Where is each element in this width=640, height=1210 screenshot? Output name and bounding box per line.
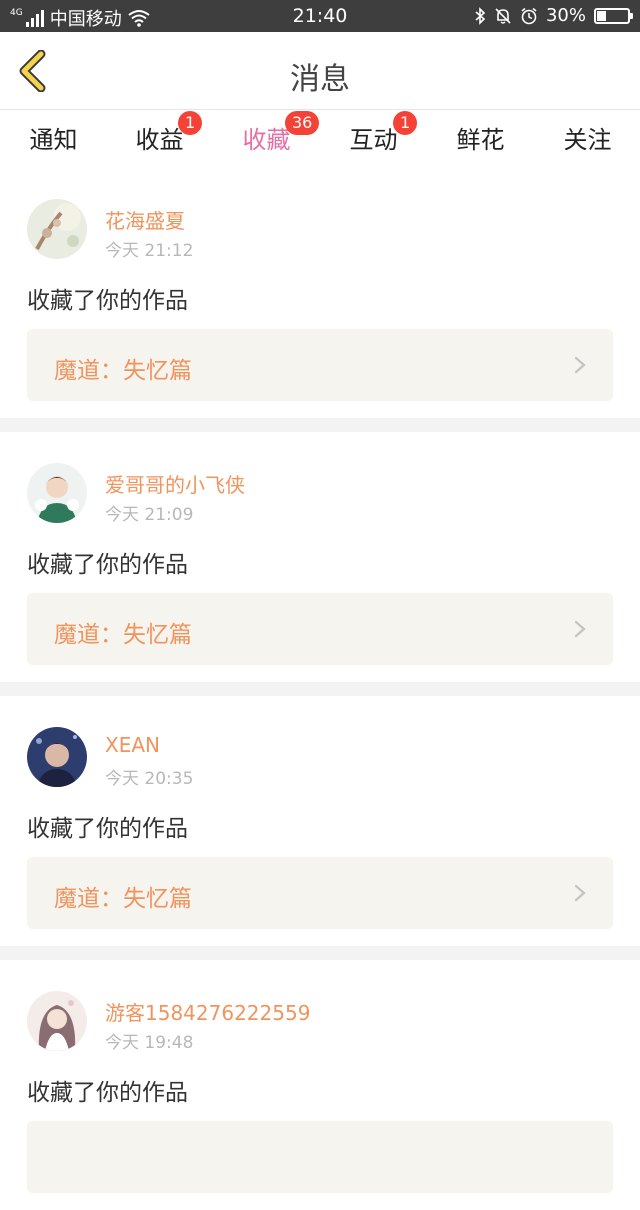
chevron-right-icon [574,356,586,374]
user-name[interactable]: 游客1584276222559 [105,997,310,1026]
action-text: 收藏了你的作品 [27,288,188,314]
tab-label: 通知 [29,126,78,154]
user-name[interactable]: 花海盛夏 [105,205,185,234]
user-name[interactable]: XEAN [105,733,160,757]
battery-percent: 30% [545,5,586,26]
tab-label: 关注 [563,126,612,154]
tab-label: 鲜花 [456,126,505,154]
favorites-badge: 36 [285,111,320,135]
work-title: 魔道：失忆篇 [54,358,192,384]
tab-flowers[interactable]: 鲜花 [427,120,534,168]
alarm-icon [521,7,537,24]
tab-bar: 通知 收益 1 收藏 36 互动 1 鲜花 关注 [0,110,640,173]
page-title: 消息 [290,62,350,97]
interactions-badge: 1 [393,111,418,135]
timestamp: 今天 19:48 [105,1033,194,1053]
work-card[interactable]: 魔道：失忆篇 [27,857,613,929]
chevron-right-icon [574,620,586,638]
timestamp: 今天 21:09 [105,505,194,525]
work-card[interactable]: 魔道：失忆篇 [27,593,613,665]
avatar[interactable] [27,991,87,1051]
tab-following[interactable]: 关注 [534,120,640,168]
chevron-right-icon [574,884,586,902]
work-card[interactable] [27,1121,613,1193]
action-text: 收藏了你的作品 [27,1080,188,1106]
list-item: 爱哥哥的小飞侠 今天 21:09 收藏了你的作品 魔道：失忆篇 [0,432,640,682]
status-bar: 4G 中国移动 21:40 30% [0,0,640,32]
avatar[interactable] [27,199,87,259]
status-right: 30% [474,5,633,26]
tab-label: 收益 [135,126,184,154]
work-card[interactable]: 魔道：失忆篇 [27,329,613,401]
bluetooth-icon [475,6,486,25]
user-name[interactable]: 爱哥哥的小飞侠 [105,469,245,498]
tab-earnings[interactable]: 收益 1 [106,111,213,168]
tab-label: 互动 [349,126,398,154]
tab-favorites[interactable]: 收藏 36 [213,111,320,173]
action-text: 收藏了你的作品 [27,816,188,842]
list-item: 花海盛夏 今天 21:12 收藏了你的作品 魔道：失忆篇 [0,168,640,418]
timestamp: 今天 20:35 [105,769,194,789]
battery-level [597,10,606,21]
mute-bell-icon [495,7,511,24]
tab-interactions[interactable]: 互动 1 [320,111,427,168]
earnings-badge: 1 [178,111,203,135]
tab-label: 收藏 [242,126,291,154]
work-title: 魔道：失忆篇 [54,622,192,648]
work-title: 魔道：失忆篇 [54,886,192,912]
list-item: 游客1584276222559 今天 19:48 收藏了你的作品 [0,960,640,1210]
battery-icon [594,7,633,24]
header: 消息 [0,32,640,110]
tab-notifications[interactable]: 通知 [0,120,107,168]
timestamp: 今天 21:12 [105,241,194,261]
action-text: 收藏了你的作品 [27,552,188,578]
list-item: XEAN 今天 20:35 收藏了你的作品 魔道：失忆篇 [0,696,640,946]
avatar[interactable] [27,727,87,787]
avatar[interactable] [27,463,87,523]
